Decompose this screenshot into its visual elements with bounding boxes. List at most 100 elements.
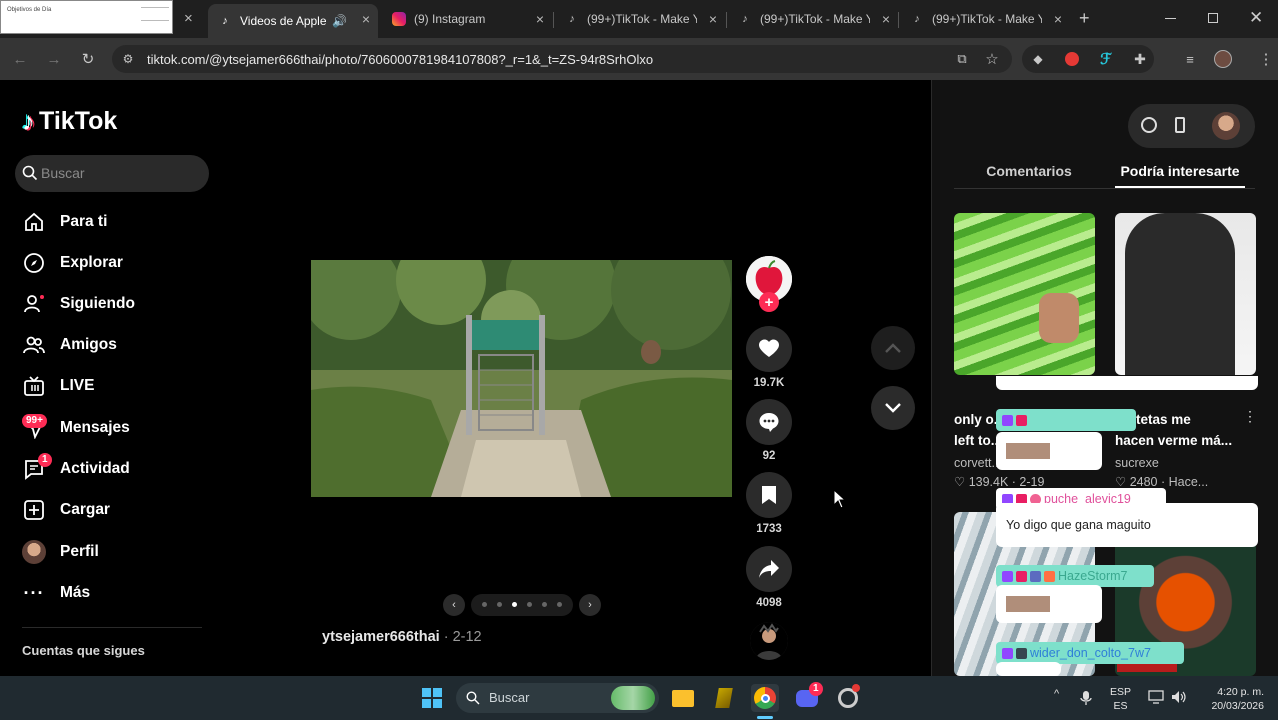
volume-icon[interactable] xyxy=(1171,690,1187,704)
user-avatar[interactable] xyxy=(1212,112,1240,140)
clock[interactable]: 4:20 p. m. 20/03/2026 xyxy=(1198,685,1264,713)
tab-close-button[interactable]: × xyxy=(536,11,544,27)
nav-label: Explorar xyxy=(60,254,123,271)
carousel-dot[interactable] xyxy=(482,602,487,607)
nav-item-perfil[interactable]: Perfil xyxy=(22,539,99,565)
save-button[interactable] xyxy=(746,472,792,518)
tab-podria-interesarte[interactable]: Podría interesarte xyxy=(1115,163,1245,179)
video-thumbnail[interactable] xyxy=(954,213,1095,375)
adblock-extension-icon[interactable] xyxy=(1062,49,1082,69)
active-app-indicator xyxy=(757,716,773,719)
comment-button[interactable] xyxy=(746,399,792,445)
profile-avatar-icon[interactable] xyxy=(1213,49,1233,69)
video-author[interactable]: sucrexe xyxy=(1115,456,1159,470)
nav-item-para-ti[interactable]: Para ti xyxy=(22,209,107,235)
network-icon[interactable] xyxy=(1148,690,1164,704)
nav-label: Cargar xyxy=(60,501,110,518)
nav-item-mensajes[interactable]: 99+ Mensajes xyxy=(22,414,130,441)
site-settings-icon[interactable]: ⚙ xyxy=(118,49,138,69)
carousel-dot[interactable] xyxy=(497,602,502,607)
follow-button[interactable]: + xyxy=(759,292,779,312)
new-tab-button[interactable]: + xyxy=(1079,8,1090,29)
tab-close-button[interactable]: × xyxy=(709,11,717,27)
back-icon[interactable]: ← xyxy=(10,49,30,69)
speaker-icon[interactable]: 🔊 xyxy=(332,14,347,28)
tab-close-button[interactable]: × xyxy=(882,11,890,27)
microphone-icon[interactable] xyxy=(1080,690,1092,706)
device-icon[interactable] xyxy=(1175,117,1185,133)
tab-comentarios[interactable]: Comentarios xyxy=(954,163,1104,179)
keyboard-language[interactable]: ESP ES xyxy=(1110,685,1131,713)
nav-label: Más xyxy=(60,584,91,601)
close-window-button[interactable]: ✕ xyxy=(1249,8,1263,28)
like-button[interactable] xyxy=(746,326,792,372)
extension-icon[interactable]: ◆ xyxy=(1028,49,1048,69)
carousel-dot-active[interactable] xyxy=(512,602,517,607)
carousel-dot[interactable] xyxy=(557,602,562,607)
nav-item-explorar[interactable]: Explorar xyxy=(22,250,123,276)
language-code: ESP xyxy=(1110,686,1132,698)
menu-dots-icon[interactable]: ⋮ xyxy=(1256,49,1276,69)
more-options-icon[interactable]: ⋮ xyxy=(1243,408,1257,425)
search-input[interactable]: Buscar xyxy=(15,155,209,192)
nav-label: Actividad xyxy=(60,460,130,477)
office-app-icon[interactable] xyxy=(710,684,738,712)
tab-preview-thumbnail[interactable]: Objetivos de Día xyxy=(0,0,173,34)
tab-instagram[interactable]: (9) Instagram × xyxy=(382,4,552,34)
post-photo[interactable] xyxy=(311,260,732,497)
puzzle-icon[interactable]: ✚ xyxy=(1130,49,1150,69)
taskbar-search-box[interactable] xyxy=(456,683,659,713)
restore-button[interactable] xyxy=(1208,13,1218,23)
nav-item-cargar[interactable]: Cargar xyxy=(22,497,110,523)
video-title[interactable]: tetas me xyxy=(1136,409,1246,430)
tab-close-button[interactable]: × xyxy=(362,11,370,27)
nav-item-actividad[interactable]: 1 Actividad xyxy=(22,453,130,482)
nav-item-mas[interactable]: ··· Más xyxy=(22,580,91,606)
nav-item-live[interactable]: LIVE xyxy=(22,373,94,399)
video-title-line2[interactable]: hacen verme má... xyxy=(1115,430,1255,451)
install-app-icon[interactable]: ⧉ xyxy=(952,49,972,69)
media-queue-icon[interactable]: ≡ xyxy=(1180,49,1200,69)
tiktok-logo[interactable]: ♪ TikTok xyxy=(22,106,117,137)
video-age: 2-19 xyxy=(1019,475,1045,489)
windows-start-icon[interactable] xyxy=(418,684,446,712)
forward-icon[interactable]: → xyxy=(44,49,64,69)
following-icon xyxy=(22,292,46,316)
next-post-button[interactable] xyxy=(871,386,915,430)
top-actions-pill xyxy=(1128,104,1255,148)
tray-overflow-icon[interactable]: ^ xyxy=(1054,688,1059,700)
tab-close-button[interactable]: × xyxy=(1054,11,1062,27)
nav-item-amigos[interactable]: Amigos xyxy=(22,332,117,358)
previous-post-button[interactable] xyxy=(871,326,915,370)
share-button[interactable] xyxy=(746,546,792,592)
carousel-dot[interactable] xyxy=(542,602,547,607)
discord-icon[interactable]: 1 xyxy=(793,682,823,712)
compass-small-icon[interactable] xyxy=(1141,117,1157,133)
translate-extension-icon[interactable]: ℱ xyxy=(1096,49,1116,69)
carousel-dot[interactable] xyxy=(527,602,532,607)
chat-message xyxy=(996,432,1102,470)
carousel-next-button[interactable]: › xyxy=(579,594,601,616)
author-username[interactable]: ytsejamer666thai xyxy=(322,629,440,645)
music-disc-avatar[interactable] xyxy=(750,622,788,660)
share-count: 4098 xyxy=(756,597,782,609)
carousel-prev-button[interactable]: ‹ xyxy=(443,594,465,616)
tab-tiktok-2[interactable]: ♪ (99+)TikTok - Make Y × xyxy=(728,4,898,34)
file-explorer-icon[interactable] xyxy=(669,684,697,712)
tab-close-button[interactable]: × xyxy=(184,10,193,27)
video-thumbnail[interactable] xyxy=(1115,213,1256,375)
reload-icon[interactable]: ↻ xyxy=(78,49,98,69)
tab-apple-videos[interactable]: ♪ Videos de Apple 🔊 × xyxy=(208,4,378,38)
tab-tiktok-3[interactable]: ♪ (99+)TikTok - Make Y × xyxy=(900,4,1070,34)
tab-tiktok-1[interactable]: ♪ (99+)TikTok - Make Y × xyxy=(555,4,725,34)
url-text[interactable]: tiktok.com/@ytsejamer666thai/photo/76060… xyxy=(147,52,653,67)
chrome-icon[interactable] xyxy=(751,684,779,712)
post-author[interactable]: ytsejamer666thai · 2-12 xyxy=(322,629,482,645)
bookmark-star-icon[interactable]: ☆ xyxy=(982,49,1002,69)
nav-item-siguiendo[interactable]: Siguiendo xyxy=(22,291,135,317)
game-app-icon[interactable] xyxy=(834,684,862,712)
minimize-button[interactable] xyxy=(1165,18,1176,19)
nav-label: Amigos xyxy=(60,336,117,353)
video-author[interactable]: corvett... xyxy=(954,456,1002,470)
chat-badge-icon xyxy=(1002,647,1013,659)
